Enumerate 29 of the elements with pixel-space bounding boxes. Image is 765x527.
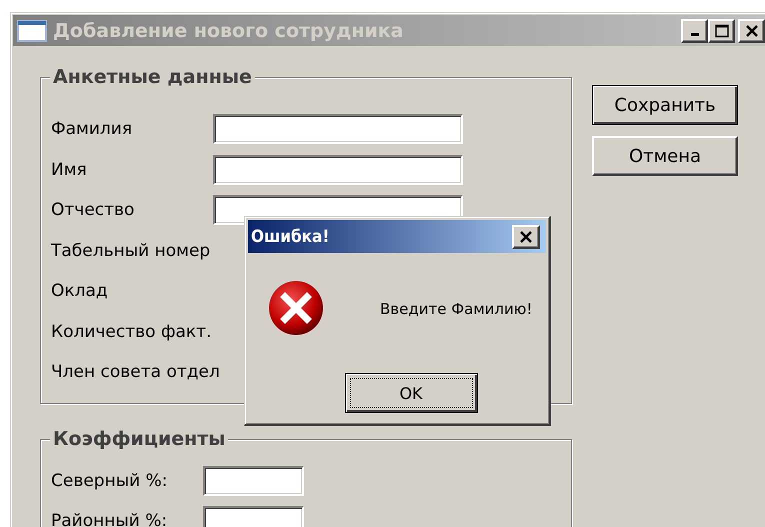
input-field[interactable] (213, 154, 463, 185)
field-label: Оклад (51, 280, 109, 302)
minimize-button[interactable] (681, 18, 708, 42)
field-label: Имя (51, 158, 88, 181)
close-button[interactable] (738, 18, 765, 42)
error-message: Введите Фамилию! (380, 300, 532, 318)
field-label: Табельный номер (51, 240, 212, 262)
field-label: Северный %: (51, 470, 168, 492)
field-label: Член совета отдел (51, 361, 220, 384)
input-field[interactable] (203, 466, 304, 496)
close-icon (744, 24, 758, 36)
close-icon (519, 230, 533, 242)
maximize-icon (714, 24, 728, 38)
error-icon (268, 280, 326, 338)
field-label: Количество факт. (51, 320, 212, 343)
ok-button[interactable]: OK (344, 373, 478, 413)
input-field[interactable] (203, 506, 304, 527)
window-icon (17, 20, 47, 42)
window-title: Добавление нового сотрудника (53, 20, 404, 42)
field-label: Фамилия (51, 118, 134, 140)
field-label: Районный %: (51, 510, 168, 527)
maximize-button[interactable] (708, 18, 735, 42)
input-field[interactable] (213, 114, 463, 144)
close-button[interactable] (512, 224, 540, 248)
dialog-button[interactable]: Отмена (592, 136, 738, 176)
dialog-button[interactable]: Сохранить (592, 85, 738, 125)
minimize-icon (690, 33, 698, 36)
dialog-title: Ошибка! (251, 226, 330, 246)
field-label: Отчество (51, 199, 136, 222)
